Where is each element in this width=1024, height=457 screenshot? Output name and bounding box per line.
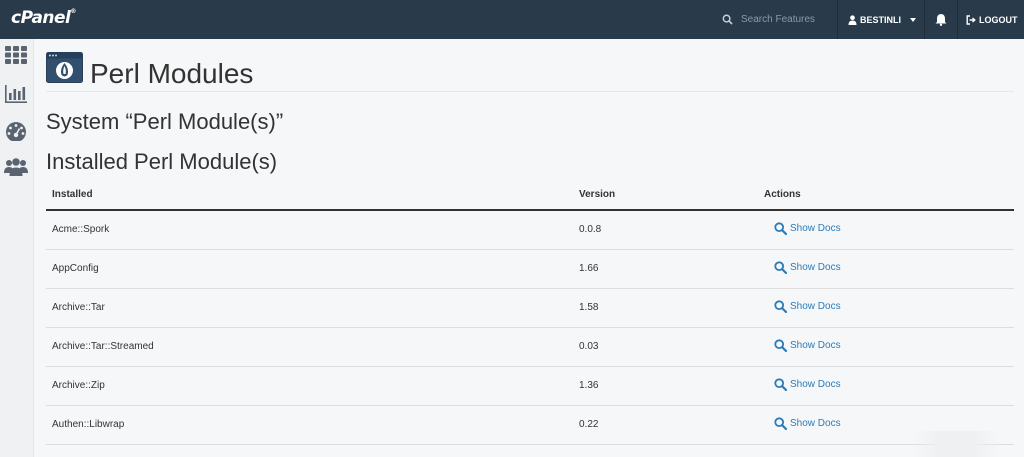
- module-actions: Show Docs: [758, 327, 1014, 367]
- module-actions: Show Docs: [758, 366, 1014, 406]
- module-name: Archive::Zip: [46, 366, 573, 406]
- show-docs-link[interactable]: Show Docs: [774, 260, 841, 274]
- show-docs-label: Show Docs: [790, 339, 841, 351]
- show-docs-link[interactable]: Show Docs: [774, 377, 841, 391]
- search-icon: [722, 14, 733, 25]
- sidebar-item-dashboard[interactable]: [4, 120, 28, 142]
- sidebar-item-users[interactable]: [4, 156, 28, 178]
- sidebar-item-home[interactable]: [4, 44, 28, 66]
- module-version: 1.58: [573, 288, 758, 328]
- table-row: Archive::Tar::Streamed 0.03 Show Docs: [46, 327, 1014, 367]
- show-docs-link[interactable]: Show Docs: [774, 416, 841, 430]
- module-name: Authen::Libwrap: [46, 405, 573, 445]
- sidebar: [0, 39, 34, 457]
- dashboard-gauge-icon: [6, 122, 26, 141]
- magnifier-icon: [774, 416, 787, 430]
- table-body: Acme::Spork 0.0.8 Show Docs AppConfig 1.…: [46, 210, 1014, 445]
- magnifier-icon: [774, 377, 787, 391]
- module-actions: Show Docs: [758, 288, 1014, 328]
- installed-modules-table: Installed Version Actions Acme::Spork 0.…: [46, 180, 1014, 445]
- scroll-fade: [914, 431, 1000, 457]
- column-header-actions: Actions: [758, 180, 1014, 211]
- bell-icon: [935, 14, 947, 26]
- show-docs-label: Show Docs: [790, 261, 841, 273]
- table-row: Archive::Tar 1.58 Show Docs: [46, 288, 1014, 328]
- chevron-down-icon: [910, 17, 917, 22]
- show-docs-link[interactable]: Show Docs: [774, 338, 841, 352]
- page-title: Perl Modules: [90, 58, 254, 89]
- perl-modules-icon: [46, 52, 83, 83]
- magnifier-icon: [774, 260, 787, 274]
- module-version: 1.36: [573, 366, 758, 406]
- magnifier-icon: [774, 222, 787, 235]
- show-docs-label: Show Docs: [790, 378, 841, 390]
- grid-icon: [5, 46, 27, 64]
- module-name: Acme::Spork: [46, 210, 573, 250]
- logout-button[interactable]: LOGOUT: [958, 0, 1024, 39]
- column-header-version[interactable]: Version: [573, 180, 758, 211]
- module-name: Archive::Tar: [46, 288, 573, 328]
- module-version: 0.03: [573, 327, 758, 367]
- show-docs-label: Show Docs: [790, 417, 841, 429]
- system-modules-heading: System “Perl Module(s)”: [46, 109, 284, 134]
- user-menu[interactable]: BESTINLI: [838, 0, 924, 39]
- top-navbar: cPanel® BESTINLI LOGOUT: [0, 0, 1024, 39]
- table-row: Acme::Spork 0.0.8 Show Docs: [46, 210, 1014, 250]
- show-docs-label: Show Docs: [790, 300, 841, 312]
- module-version: 0.0.8: [573, 210, 758, 250]
- logout-icon: [966, 14, 976, 25]
- user-icon: [848, 14, 857, 25]
- module-version: 1.66: [573, 249, 758, 289]
- magnifier-icon: [774, 338, 787, 352]
- installed-modules-heading: Installed Perl Module(s): [46, 149, 278, 174]
- module-version: 0.22: [573, 405, 758, 445]
- show-docs-link[interactable]: Show Docs: [774, 299, 841, 313]
- sidebar-item-statistics[interactable]: [4, 83, 28, 105]
- column-header-installed[interactable]: Installed: [46, 180, 573, 211]
- search-features[interactable]: [718, 0, 836, 39]
- table-row: Archive::Zip 1.36 Show Docs: [46, 366, 1014, 406]
- module-name: AppConfig: [46, 249, 573, 289]
- table-header-row: Installed Version Actions: [46, 180, 1014, 211]
- module-name: Archive::Tar::Streamed: [46, 327, 573, 367]
- search-input[interactable]: [741, 14, 831, 25]
- table-row: Authen::Libwrap 0.22 Show Docs: [46, 405, 1014, 445]
- users-icon: [4, 158, 28, 176]
- logout-label: LOGOUT: [979, 14, 1018, 25]
- page-header: Perl Modules: [46, 49, 1014, 92]
- user-name: BESTINLI: [860, 14, 902, 25]
- bar-chart-icon: [5, 85, 27, 103]
- notifications-button[interactable]: [925, 0, 957, 39]
- cpanel-logo[interactable]: cPanel®: [11, 8, 76, 28]
- show-docs-link[interactable]: Show Docs: [774, 222, 841, 235]
- table-row: AppConfig 1.66 Show Docs: [46, 249, 1014, 289]
- module-actions: Show Docs: [758, 249, 1014, 289]
- module-actions: Show Docs: [758, 210, 1014, 250]
- magnifier-icon: [774, 299, 787, 313]
- show-docs-label: Show Docs: [790, 222, 841, 234]
